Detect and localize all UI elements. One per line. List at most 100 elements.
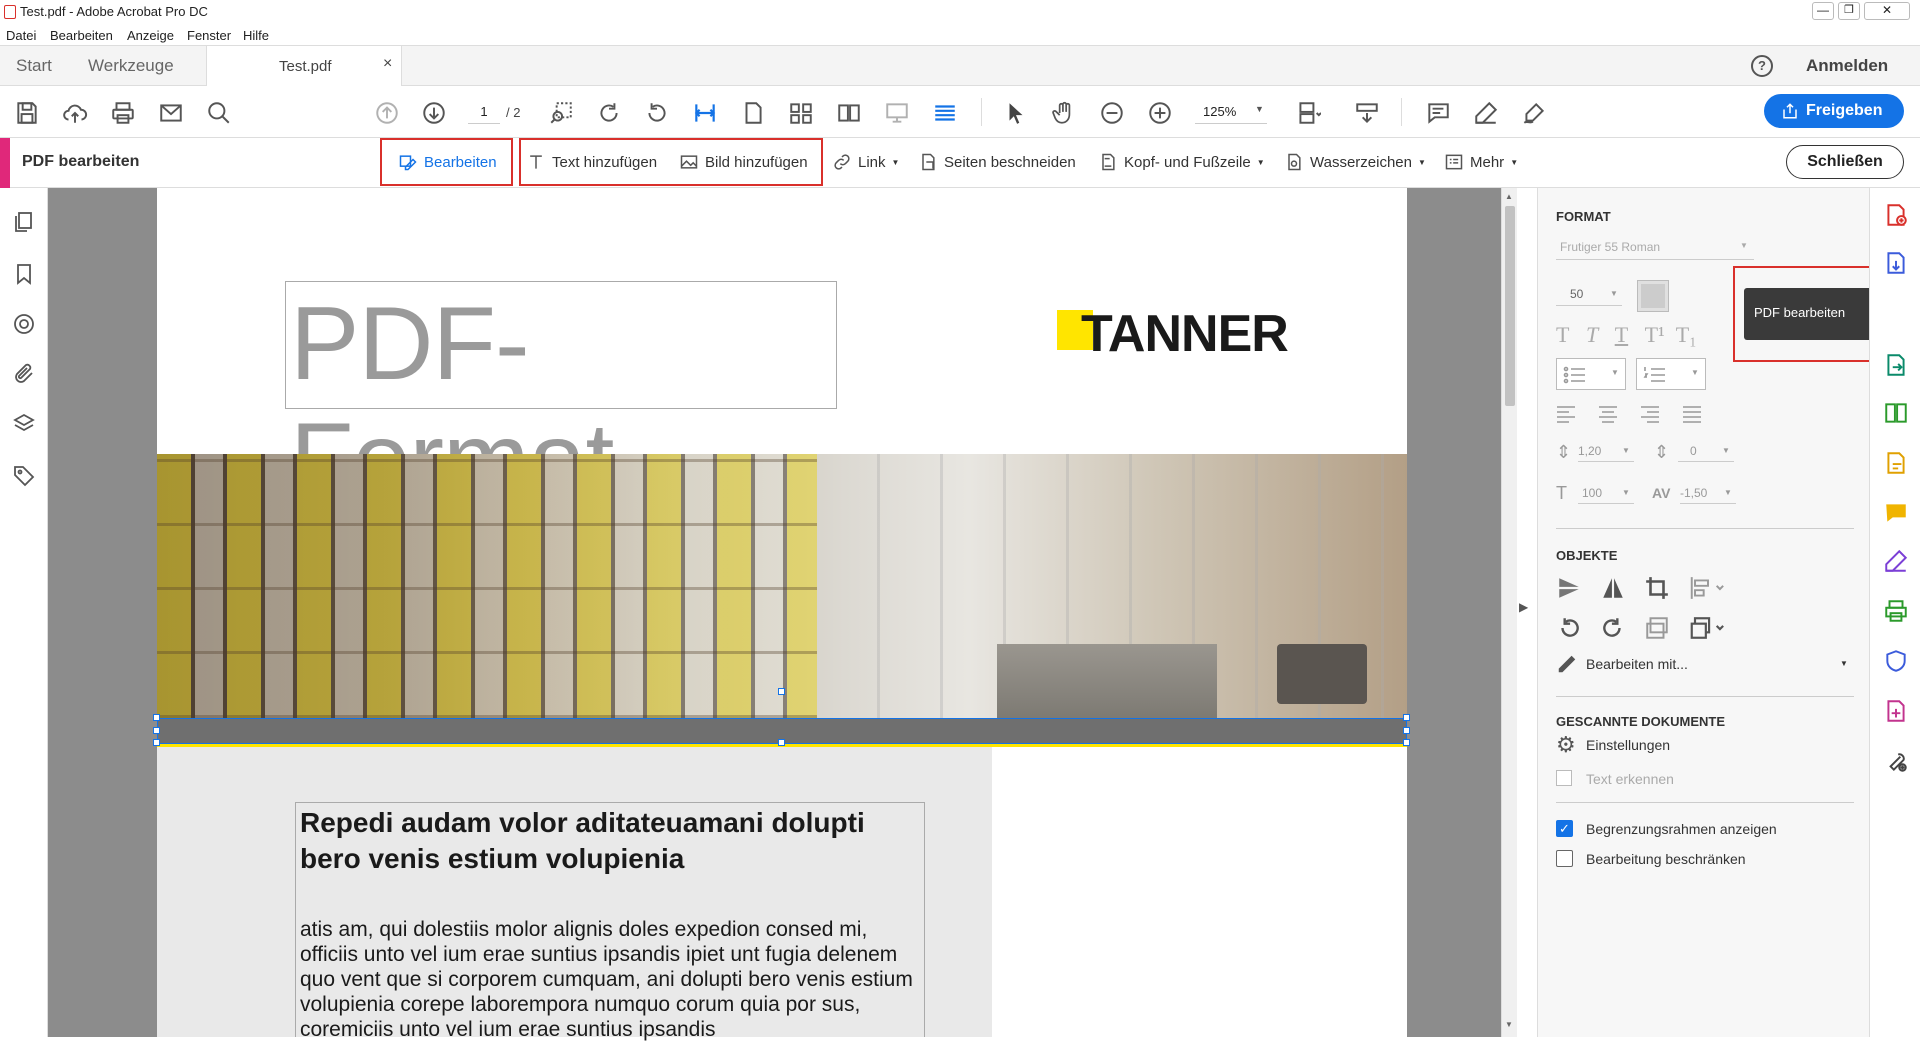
restrict-editing-option[interactable]: Bearbeitung beschränken	[1556, 848, 1854, 872]
email-icon[interactable]	[158, 100, 184, 126]
attachment-icon[interactable]	[12, 362, 36, 386]
two-page-scroll-icon[interactable]	[788, 100, 814, 126]
fill-and-sign-icon[interactable]	[1521, 100, 1547, 126]
help-icon[interactable]: ?	[1751, 55, 1773, 77]
cloud-upload-icon[interactable]	[62, 100, 88, 126]
rich-media-icon[interactable]	[1883, 698, 1909, 724]
menu-hilfe[interactable]: Hilfe	[243, 28, 269, 43]
expand-right-arrow-icon[interactable]: ▶	[1519, 600, 1528, 614]
selection-handle[interactable]	[778, 739, 785, 746]
rotate-left-icon[interactable]	[1556, 615, 1582, 641]
selection-handle[interactable]	[1403, 714, 1410, 721]
page-display-options-icon[interactable]	[1295, 100, 1322, 126]
share-button[interactable]: Freigeben	[1764, 94, 1904, 128]
add-text-button[interactable]: Text hinzufügen	[526, 152, 657, 172]
align-right-icon[interactable]	[1640, 405, 1660, 423]
tanner-logo[interactable]: TANNER	[1057, 305, 1307, 363]
single-page-icon[interactable]	[740, 100, 766, 126]
close-edit-button[interactable]: Schließen	[1786, 145, 1904, 179]
tab-werkzeuge[interactable]: Werkzeuge	[88, 56, 174, 76]
zoom-in-icon[interactable]	[1147, 100, 1173, 126]
watermark-button[interactable]: Wasserzeichen ▼	[1284, 152, 1426, 172]
minimize-button[interactable]: —	[1812, 2, 1834, 20]
show-bounding-boxes-checkbox[interactable]: ✓	[1556, 820, 1573, 837]
text-style-icons[interactable]: T T T T¹ T₁	[1556, 322, 1697, 348]
scrollbar-thumb[interactable]	[1505, 206, 1515, 406]
align-objects-icon[interactable]	[1688, 575, 1728, 601]
selection-handle[interactable]	[1403, 727, 1410, 734]
print-icon[interactable]	[110, 100, 136, 126]
zoom-select[interactable]: 125% ▼	[1195, 100, 1267, 124]
rotate-clockwise-icon[interactable]	[596, 100, 622, 126]
more-button[interactable]: Mehr ▼	[1444, 152, 1518, 172]
flip-horizontal-icon[interactable]	[1600, 575, 1626, 601]
selection-handle[interactable]	[1403, 739, 1410, 746]
selection-handle[interactable]	[153, 739, 160, 746]
menu-fenster[interactable]: Fenster	[187, 28, 231, 43]
page-thumbnails-icon[interactable]	[12, 210, 36, 234]
header-footer-button[interactable]: Kopf- und Fußzeile ▼	[1098, 152, 1265, 172]
signature-panel-icon[interactable]	[12, 312, 36, 336]
align-left-icon[interactable]	[1556, 405, 1576, 423]
replace-image-icon[interactable]	[1644, 615, 1670, 641]
menu-bearbeiten[interactable]: Bearbeiten	[50, 28, 113, 43]
hand-tool-icon[interactable]	[1051, 100, 1077, 126]
next-page-icon[interactable]	[421, 100, 447, 126]
article-text-box[interactable]: Repedi audam volor aditateuamani dolupti…	[295, 802, 925, 1041]
crop-pages-button[interactable]: Seiten beschneiden	[918, 152, 1076, 172]
select-arrow-icon[interactable]	[1003, 100, 1029, 126]
restore-button[interactable]: ❐	[1838, 2, 1860, 20]
edit-button[interactable]: Bearbeiten	[398, 152, 497, 172]
alignment-buttons[interactable]	[1556, 405, 1716, 423]
previous-page-icon[interactable]	[374, 100, 400, 126]
vertical-scrollbar[interactable]: ▲ ▼	[1501, 188, 1517, 1037]
numbered-list-dropdown[interactable]: ▼	[1636, 358, 1706, 390]
organize-pages-icon[interactable]	[1883, 400, 1909, 426]
selection-handle[interactable]	[153, 714, 160, 721]
show-bounding-boxes-option[interactable]: ✓ Begrenzungsrahmen anzeigen	[1556, 818, 1854, 842]
tab-start[interactable]: Start	[16, 56, 52, 76]
scrolling-mode-icon[interactable]	[932, 100, 958, 126]
comment-tool-icon[interactable]	[1883, 500, 1909, 526]
tags-icon[interactable]	[12, 464, 36, 488]
tab-close-icon[interactable]: ×	[383, 55, 392, 73]
font-family-select[interactable]: Frutiger 55 Roman ▼	[1556, 236, 1754, 260]
character-spacing-select[interactable]: -1,50 ▼	[1680, 484, 1736, 504]
add-image-button[interactable]: Bild hinzufügen	[679, 152, 808, 172]
heading-text-box[interactable]: PDF-Format	[285, 281, 837, 518]
selection-handle[interactable]	[153, 727, 160, 734]
more-tools-icon[interactable]	[1883, 748, 1909, 774]
fill-sign-tool-icon[interactable]	[1883, 548, 1909, 574]
create-pdf-icon[interactable]	[1883, 202, 1909, 228]
align-justify-icon[interactable]	[1682, 405, 1702, 423]
bookmark-icon[interactable]	[12, 262, 36, 286]
flip-vertical-icon[interactable]	[1556, 575, 1582, 601]
font-size-select[interactable]: 50 ▼	[1556, 284, 1622, 306]
ocr-settings-button[interactable]: ⚙ Einstellungen	[1556, 732, 1756, 759]
zoom-out-icon[interactable]	[1099, 100, 1125, 126]
page-number-input[interactable]: 1	[468, 100, 500, 124]
recognize-text-option[interactable]: Text erkennen	[1556, 768, 1756, 790]
send-for-review-icon[interactable]	[1883, 450, 1909, 476]
bullet-list-dropdown[interactable]: ▼	[1556, 358, 1626, 390]
align-center-icon[interactable]	[1598, 405, 1618, 423]
export-pdf-icon[interactable]	[1883, 352, 1909, 378]
rotate-counterclockwise-icon[interactable]	[644, 100, 670, 126]
scroll-down-arrow-icon[interactable]: ▼	[1505, 1020, 1513, 1029]
rotate-right-icon[interactable]	[1600, 615, 1626, 641]
arrange-objects-icon[interactable]	[1688, 615, 1728, 641]
recognize-text-checkbox[interactable]	[1556, 770, 1572, 786]
marquee-zoom-icon[interactable]	[548, 100, 574, 126]
scroll-up-arrow-icon[interactable]: ▲	[1505, 192, 1513, 201]
line-spacing-select[interactable]: 1,20 ▼	[1578, 442, 1634, 462]
menu-anzeige[interactable]: Anzeige	[127, 28, 174, 43]
presentation-mode-icon[interactable]	[884, 100, 910, 126]
selection-handle[interactable]	[778, 688, 785, 695]
paragraph-spacing-select[interactable]: 0 ▼	[1678, 442, 1734, 462]
horizontal-scale-select[interactable]: 100 ▼	[1578, 484, 1634, 504]
highlight-pen-icon[interactable]	[1473, 100, 1499, 126]
protect-shield-icon[interactable]	[1883, 648, 1909, 674]
comment-icon[interactable]	[1425, 100, 1451, 126]
edit-with-select[interactable]: Bearbeiten mit... ▼	[1556, 653, 1854, 677]
search-icon[interactable]	[206, 100, 232, 126]
